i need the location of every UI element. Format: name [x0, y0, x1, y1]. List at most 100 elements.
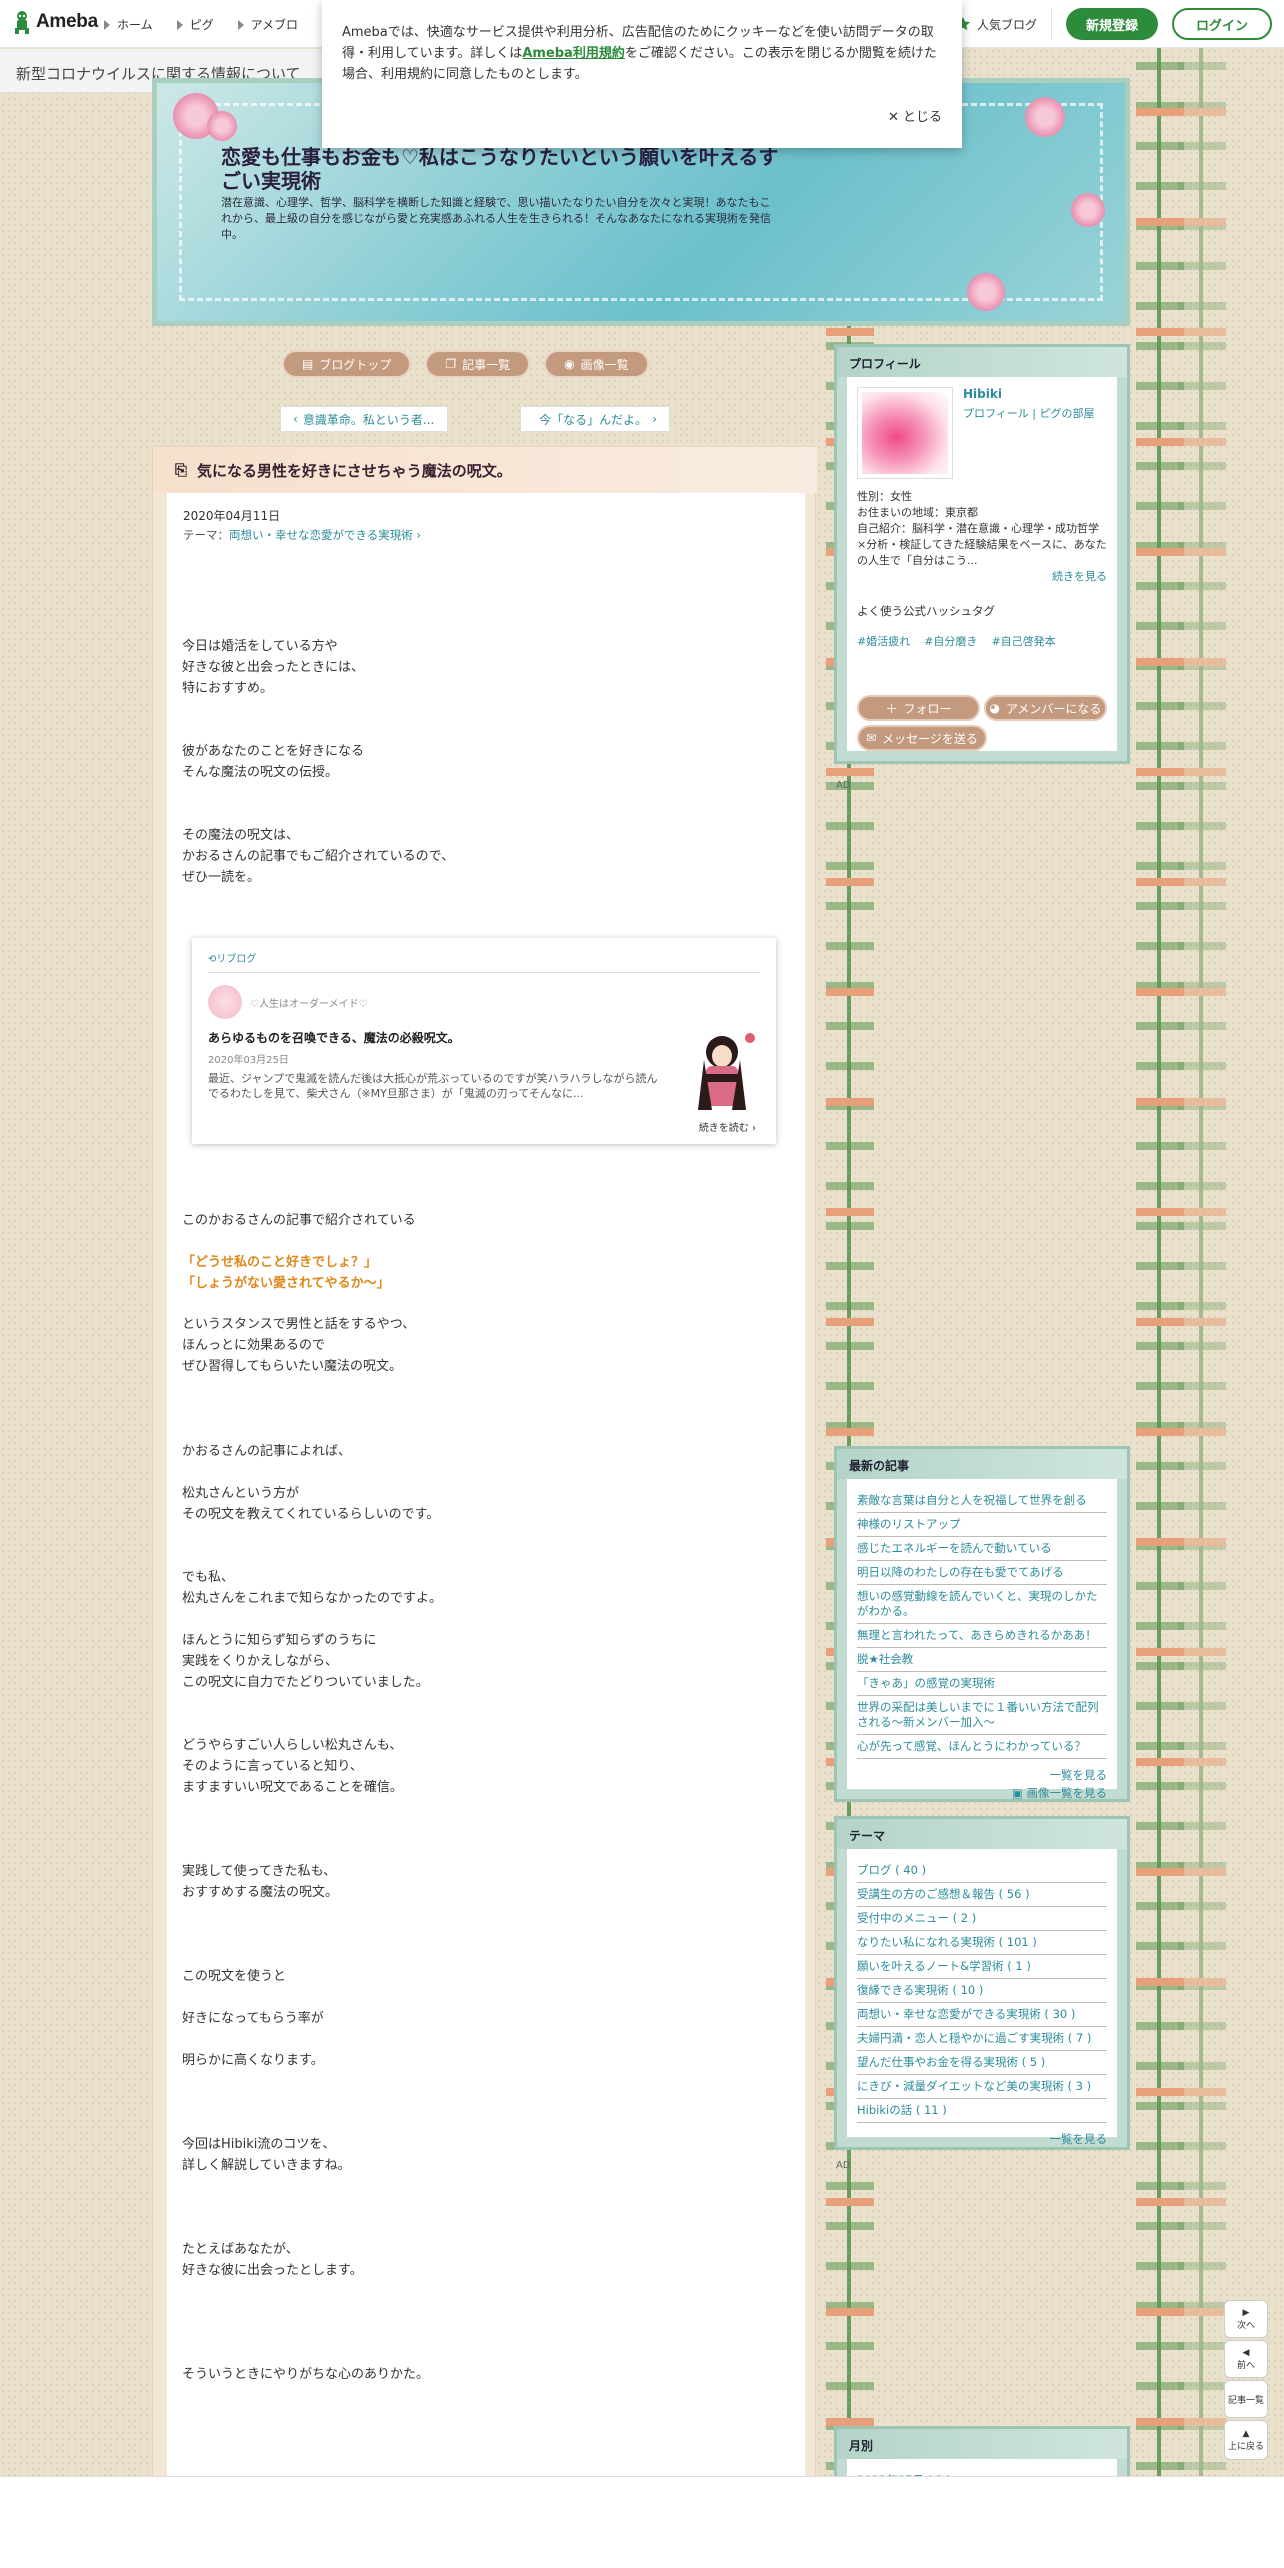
nav-ameblo[interactable]: アメブロ [237, 16, 298, 33]
paragraph: この呪文を使うと [182, 1969, 287, 1984]
avatar [208, 985, 242, 1019]
recent-article-link[interactable]: 「きゃあ」の感覚の実現術 [857, 1672, 1107, 1696]
hashtag-link[interactable]: #婚活疲れ [857, 633, 910, 649]
paragraph: どうやらすごい人らしい松丸さんも、 そのように言っていると知り、 ますますいい呪… [182, 1738, 403, 1795]
cookie-close-button[interactable]: ✕ とじる [888, 107, 942, 128]
register-button[interactable]: 新規登録 [1066, 8, 1158, 40]
terms-link[interactable]: Ameba利用規約 [522, 46, 625, 61]
triangle-icon [104, 19, 110, 30]
article-date: 2020年04月11日 [183, 509, 281, 523]
chevron-right-icon: › [412, 528, 422, 542]
recent-article-link[interactable]: 感じたエネルギーを読んで動いている [857, 1537, 1107, 1561]
paragraph: というスタンスで男性と話をするやつ、 ほんっとに効果あるので ぜひ習得してもらい… [182, 1317, 416, 1374]
theme-link[interactable]: 夫婦円満・恋人と穏やかに過ごす実現術 ( 7 ) [857, 2027, 1107, 2051]
login-button[interactable]: ログイン [1172, 8, 1272, 40]
paragraph: 明らかに高くなります。 [182, 2053, 324, 2068]
reblog-date: 2020年03月25日 [208, 1055, 289, 1066]
float-next-button[interactable]: ▶ 次へ [1224, 2300, 1268, 2338]
profile-image[interactable] [857, 387, 953, 479]
theme-link[interactable]: Hibikiの話 ( 11 ) [857, 2099, 1107, 2123]
article-header: ⎘ 気になる男性を好きにさせちゃう魔法の呪文。 [153, 447, 817, 493]
float-top-button[interactable]: ▲ 上に戻る [1224, 2420, 1268, 2460]
monthly-heading: 月別 [837, 2429, 1127, 2459]
chevron-right-icon: › [748, 1123, 756, 1134]
popular-blog-link[interactable]: 人気ブログ [955, 16, 1037, 33]
tab-blog-top[interactable]: ▤ ブログトップ [282, 350, 412, 378]
recent-more-link[interactable]: 一覧を見る [857, 1767, 1108, 1783]
plus-icon: ＋ [885, 701, 898, 716]
recent-article-link[interactable]: 神様のリストアップ [857, 1513, 1107, 1537]
tab-article-list[interactable]: ❐ 記事一覧 [425, 350, 531, 378]
paragraph: ほんとうに知らず知らずのうちに 実践をくりかえしながら、 この呪文に自力でたどり… [182, 1633, 429, 1690]
reblog-title: あらゆるものを召喚できる、魔法の必殺呪文。 [208, 1031, 460, 1045]
article-title[interactable]: 気になる男性を好きにさせちゃう魔法の呪文。 [197, 460, 512, 481]
highlighted-quote: 「どうせ私のこと好きでしょ？」 「しょうがない愛されてやるか～」 [182, 1255, 390, 1291]
read-more-link[interactable]: 続きを読む › [699, 1119, 756, 1134]
blog-title[interactable]: 恋愛も仕事もお金も♡私はこうなりたいという願いを叶えるすごい実現術 [221, 145, 781, 193]
recent-article-link[interactable]: 無理と言われたって、あきらめきれるかああ！ [857, 1624, 1107, 1648]
reblog-card[interactable]: ⟲リブログ ♡人生はオーダーメイド♡ あらゆるものを召喚できる、魔法の必殺呪文。… [192, 938, 776, 1144]
reblog-thumbnail [684, 1030, 760, 1114]
profile-read-more[interactable]: 続きを見る [857, 569, 1107, 585]
theme-link[interactable]: 復縁できる実現術 ( 10 ) [857, 1979, 1107, 2003]
recent-heading: 最新の記事 [837, 1449, 1127, 1479]
paragraph: その魔法の呪文は、 かおるさんの記事でもご紹介されているので、 ぜひ一読を。 [182, 828, 455, 885]
header-right: 人気ブログ 新規登録 ログイン [955, 8, 1272, 40]
theme-link[interactable]: 両想い・幸せな恋愛ができる実現術 ( 30 ) [857, 2003, 1107, 2027]
profile-box: プロフィール Hibiki プロフィール | ピグの部屋 性別：女性 お住まいの… [834, 344, 1130, 764]
theme-link[interactable]: 受付中のメニュー ( 2 ) [857, 1907, 1107, 1931]
float-prev-button[interactable]: ◀ 前へ [1224, 2340, 1268, 2378]
play-icon: ▶ [1242, 2307, 1250, 2318]
theme-link[interactable]: 望んだ仕事やお金を得る実現術 ( 5 ) [857, 2051, 1107, 2075]
bottom-bar [0, 2476, 1284, 2568]
theme-link[interactable]: ブログ ( 40 ) [857, 1859, 1107, 1883]
article-theme: テーマ：両想い・幸せな恋愛ができる実現術 › [183, 528, 422, 542]
paragraph: このかおるさんの記事で紹介されている [182, 1213, 416, 1228]
recent-article-link[interactable]: 心が先って感覚、ほんとうにわかっている？ [857, 1735, 1107, 1759]
next-article-link[interactable]: 今「なる」んだよ。 › [520, 406, 670, 432]
profile-name[interactable]: Hibiki [963, 387, 1094, 401]
hashtag-link[interactable]: #自己啓発本 [991, 633, 1055, 649]
prev-article-link[interactable]: ‹ 意識革命。私という者... [280, 406, 448, 432]
back-icon: ◀ [1242, 2347, 1250, 2358]
cookie-consent-dialog: Amebaでは、快適なサービス提供や利用分析、広告配信のためにクッキーなどを使い… [322, 0, 962, 148]
recent-article-link[interactable]: 素敵な言葉は自分と人を祝福して世界を創る [857, 1489, 1107, 1513]
recent-article-link[interactable]: 明日以降のわたしの存在も愛でてあげる [857, 1561, 1107, 1585]
vine-decoration-far-right [1178, 48, 1226, 2568]
theme-link[interactable]: 受講生の方のご感想＆報告 ( 56 ) [857, 1883, 1107, 1907]
amember-button[interactable]: ◕ アメンバーになる [984, 695, 1107, 721]
theme-more-link[interactable]: 一覧を見る [857, 2131, 1108, 2147]
paragraph: 実践して使ってきた私も、 おすすめする魔法の呪文。 [182, 1864, 339, 1900]
float-list-button[interactable]: 記事一覧 [1224, 2380, 1268, 2418]
hashtag-link[interactable]: #自分磨き [924, 633, 977, 649]
theme-link[interactable]: なりたい私になれる実現術 ( 101 ) [857, 1931, 1107, 1955]
chevron-left-icon: ‹ [293, 412, 298, 426]
flower-decoration [967, 273, 1005, 311]
tab-image-list[interactable]: ◉ 画像一覧 [544, 350, 649, 378]
paragraph: 今回はHibiki流のコツを、 詳しく解説していきますね。 [182, 2137, 351, 2173]
ameba-logo-text: Ameba [36, 11, 98, 32]
vine-decoration-right [1136, 48, 1184, 2568]
reblog-excerpt: 最近、ジャンプで鬼滅を読んだ後は大抵心が荒ぶっているのですが笑ハラハラしながら読… [208, 1072, 658, 1100]
recent-article-link[interactable]: 世界の采配は美しいまでに１番いい方法で配列される～新メンバー加入～ [857, 1696, 1107, 1735]
triangle-icon [176, 19, 183, 30]
theme-link[interactable]: 願いを叶えるノート&学習術 ( 1 ) [857, 1955, 1107, 1979]
divider [1051, 8, 1052, 40]
paragraph: たとえばあなたが、 好きな彼に出会ったとします。 [182, 2242, 363, 2278]
close-icon: ✕ [887, 110, 903, 125]
theme-link[interactable]: 両想い・幸せな恋愛ができる実現術 [229, 528, 413, 542]
message-button[interactable]: ✉ メッセージを送る [857, 725, 987, 751]
flower-decoration [1025, 97, 1065, 137]
recent-articles-box: 最新の記事 素敵な言葉は自分と人を祝福して世界を創る 神様のリストアップ 感じた… [834, 1446, 1130, 1802]
recent-article-link[interactable]: 脱★社会教 [857, 1648, 1107, 1672]
recent-article-link[interactable]: 想いの感覚動線を読んでいくと、実現のしかたがわかる。 [857, 1585, 1107, 1624]
paragraph: そういうときにやりがちな心のありかた。 [182, 2367, 430, 2382]
theme-heading: テーマ [837, 1819, 1127, 1849]
image-list-link[interactable]: ▣ 画像一覧を見る [857, 1785, 1107, 1801]
theme-link[interactable]: にきび・減量ダイエットなど美の実現術 ( 3 ) [857, 2075, 1107, 2099]
ameba-logo[interactable]: Ameba [12, 10, 98, 34]
nav-pigg[interactable]: ピグ [176, 16, 214, 33]
profile-links[interactable]: プロフィール | ピグの部屋 [963, 405, 1094, 421]
follow-button[interactable]: ＋フォロー [857, 695, 980, 721]
nav-home[interactable]: ホーム [104, 16, 153, 33]
